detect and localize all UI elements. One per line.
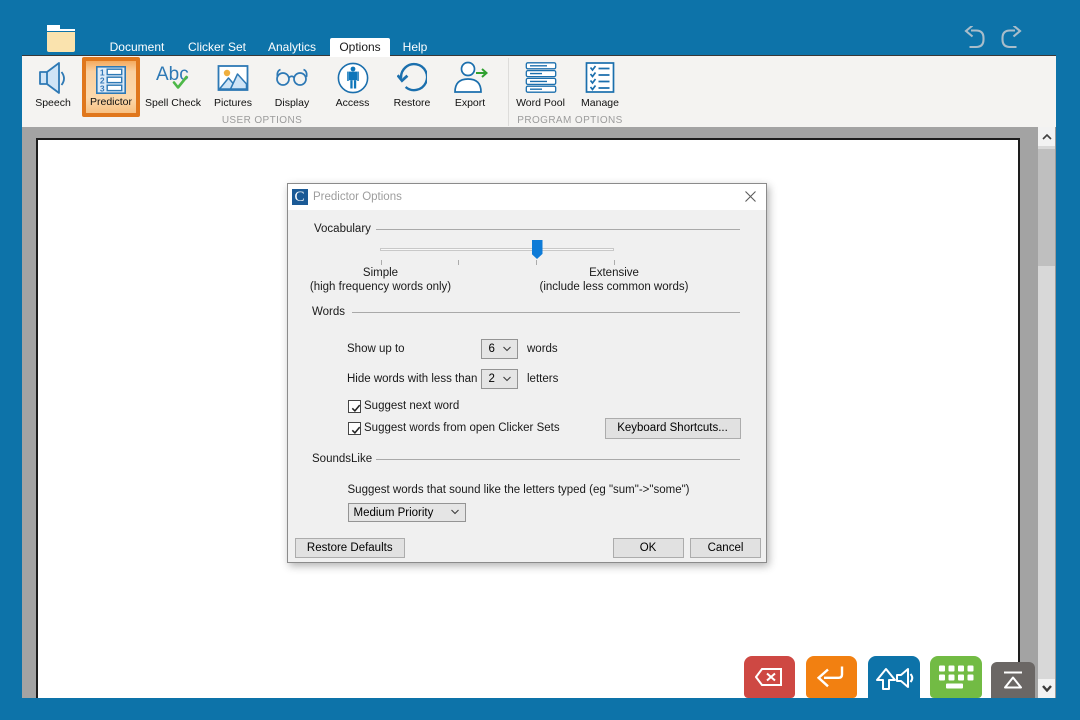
svg-text:3: 3: [100, 83, 105, 93]
